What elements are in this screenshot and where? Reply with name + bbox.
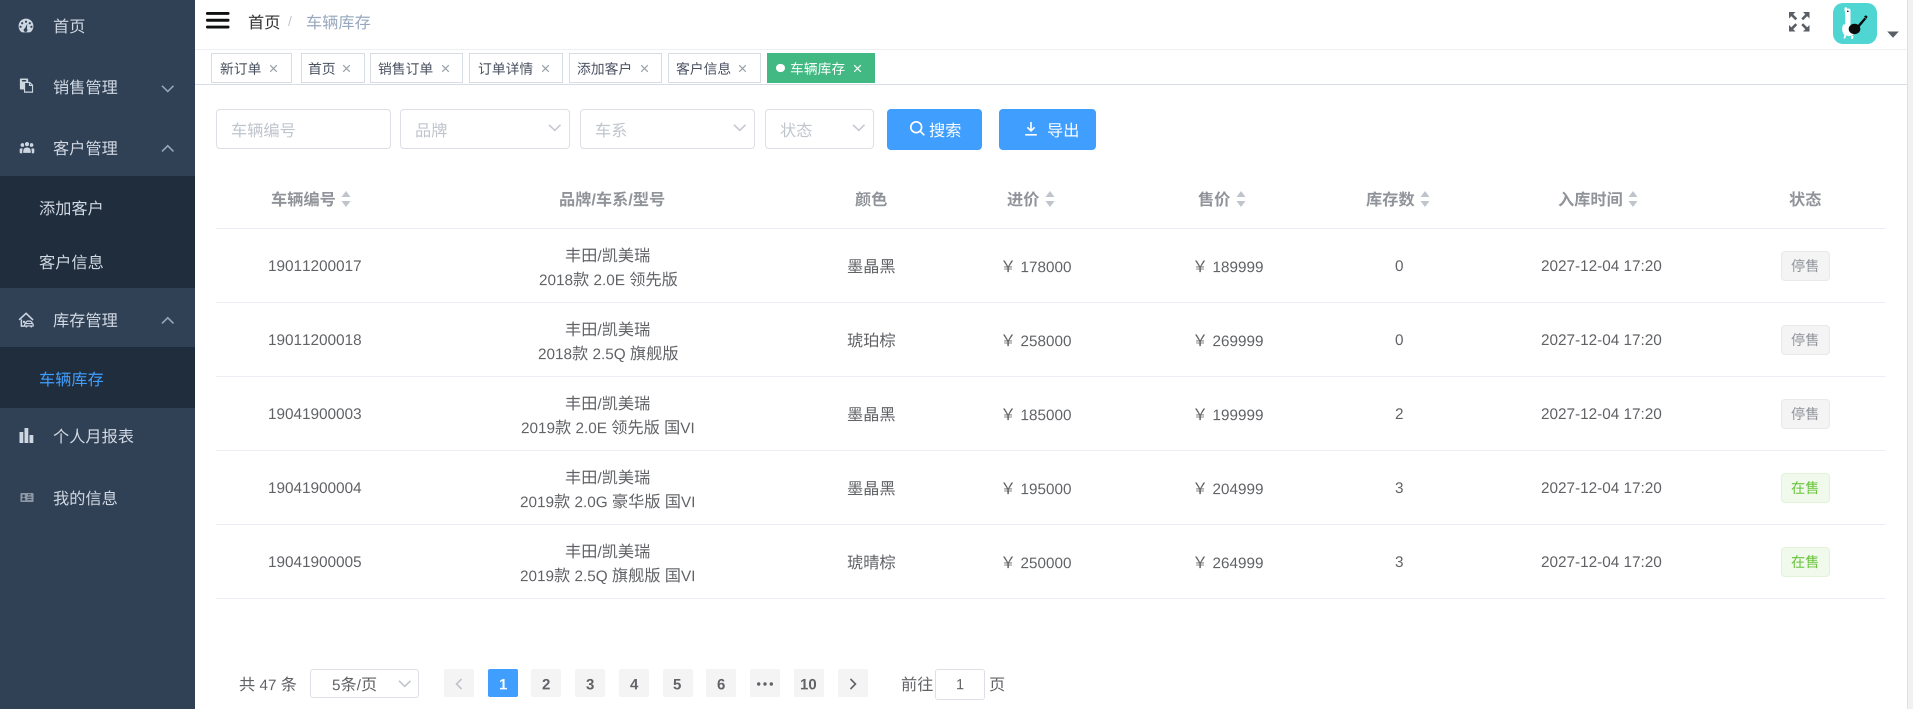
svg-text:/: / (288, 13, 292, 29)
